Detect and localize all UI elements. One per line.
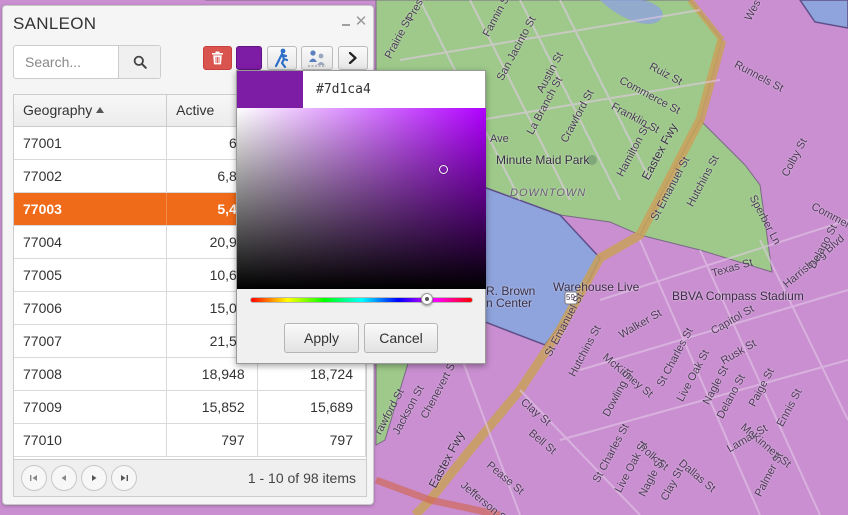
search-button[interactable]: [118, 46, 160, 78]
first-page-icon: [30, 475, 37, 481]
column-header-label: Geography: [23, 102, 93, 118]
cell-geography: 77001: [14, 127, 168, 159]
map-label-downtown: DOWNTOWN: [510, 187, 587, 199]
table-row[interactable]: 77009 15,852 15,689: [14, 391, 366, 424]
walk-button[interactable]: [267, 46, 297, 70]
cancel-button[interactable]: Cancel: [364, 323, 438, 353]
map-label-ave: Ave: [490, 133, 509, 145]
minimize-icon[interactable]: [339, 15, 353, 29]
pager-info: 1 - 10 of 98 items: [247, 470, 356, 486]
color-preview-row: [237, 71, 485, 108]
cell-geography: 77010: [14, 424, 168, 456]
cell-geography: 77006: [14, 292, 168, 324]
prev-page-icon: [61, 475, 66, 481]
prev-page-button[interactable]: [51, 465, 77, 491]
cell-active: 15,852: [167, 391, 258, 423]
cell-geography: 77004: [14, 226, 168, 258]
cell-other: 15,689: [258, 391, 366, 423]
chevron-right-icon: [348, 52, 357, 64]
next-page-button[interactable]: [81, 465, 107, 491]
map-label-warehouse-live: Warehouse Live: [553, 280, 640, 294]
people-button[interactable]: [301, 46, 333, 70]
first-page-button[interactable]: [21, 465, 47, 491]
cell-other: 797: [258, 424, 366, 456]
cell-active: 797: [167, 424, 258, 456]
hue-slider[interactable]: [250, 297, 473, 303]
delete-button[interactable]: [203, 46, 232, 70]
panel-titlebar[interactable]: SANLEON ✕: [3, 6, 373, 40]
color-preview-swatch: [237, 71, 303, 108]
table-row[interactable]: 77010 797 797: [14, 424, 366, 457]
map-label-minute-maid: Minute Maid Park: [496, 153, 590, 167]
trash-icon: [212, 51, 223, 65]
panel-title: SANLEON: [13, 14, 97, 33]
map-label-bbva: BBVA Compass Stadium: [672, 289, 804, 303]
hex-color-input[interactable]: [303, 71, 485, 108]
next-page-icon: [92, 475, 97, 481]
cell-geography: 77002: [14, 160, 168, 192]
saturation-value-handle[interactable]: [439, 165, 448, 174]
next-button[interactable]: [338, 46, 368, 70]
map-label-convention-center: n Center: [486, 296, 533, 310]
walking-person-icon: [274, 48, 289, 68]
search-input[interactable]: [14, 46, 118, 78]
saturation-value-field[interactable]: [237, 108, 486, 289]
sort-ascending-icon: [96, 107, 105, 113]
people-icon: [308, 50, 326, 67]
apply-button[interactable]: Apply: [284, 323, 359, 353]
column-header-label: Active: [176, 102, 215, 118]
search-icon: [133, 55, 147, 69]
pager: 1 - 10 of 98 items: [14, 459, 366, 496]
cell-geography: 77007: [14, 325, 168, 357]
last-page-icon: [121, 475, 128, 481]
cell-geography: 77008: [14, 358, 168, 390]
color-picker-popup: Apply Cancel: [236, 70, 486, 364]
cell-geography: 77003: [14, 193, 168, 225]
close-icon[interactable]: ✕: [354, 14, 368, 29]
color-swatch-button[interactable]: [236, 46, 262, 70]
column-header-geography[interactable]: Geography: [14, 95, 168, 126]
last-page-button[interactable]: [111, 465, 137, 491]
hue-slider-handle[interactable]: [421, 293, 433, 305]
cell-geography: 77009: [14, 391, 168, 423]
search-box: [13, 45, 161, 79]
cell-geography: 77005: [14, 259, 168, 291]
